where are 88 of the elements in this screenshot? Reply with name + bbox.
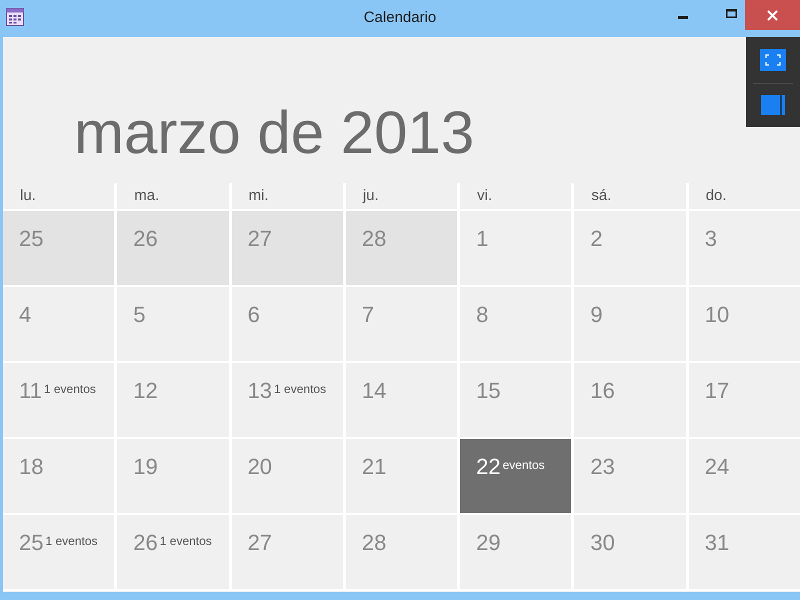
day-number: 4 [19,302,32,328]
day-number: 23 [590,454,615,480]
day-cell[interactable]: 4 [3,287,114,361]
day-cell[interactable]: 2 [574,211,686,285]
weekday-label: do. [688,183,800,209]
day-number: 29 [476,530,501,556]
day-number: 25 [19,530,44,556]
day-number: 7 [362,302,374,328]
minimize-icon [678,16,688,19]
event-count: 1 eventos [44,381,96,397]
day-cell[interactable]: 23 [574,439,686,513]
split-view-icon [761,95,785,115]
day-number: 6 [248,302,260,328]
fullscreen-icon [760,49,786,71]
event-count: 1 eventos [274,381,326,397]
weekday-label: ju. [346,183,458,209]
maximize-icon [726,8,736,18]
event-count: eventos [502,457,545,473]
day-number: 11 [19,378,42,404]
day-number: 21 [362,454,386,480]
day-number: 26 [133,226,158,252]
day-number: 8 [476,302,488,328]
day-number: 19 [133,454,158,480]
window-title: Calendario [364,8,436,27]
fullscreen-button[interactable] [760,49,786,71]
day-number: 17 [704,378,730,404]
day-cell[interactable]: 8 [460,287,572,361]
weekday-label: sá. [574,183,686,209]
day-number: 10 [704,302,730,328]
day-cell[interactable]: 27 [232,515,343,589]
day-cell[interactable]: 28 [346,211,458,285]
day-number: 15 [476,378,501,404]
event-count: 1 eventos [160,533,212,549]
day-number: 20 [248,454,272,480]
day-number: 28 [362,530,386,556]
day-number: 22 [476,454,501,480]
day-cell[interactable]: 7 [346,287,458,361]
day-cell[interactable]: 19 [117,439,229,513]
day-cell[interactable]: 5 [117,287,229,361]
day-number: 5 [133,302,146,328]
day-cell[interactable]: 25 [3,211,114,285]
month-title: marzo de 2013 [74,100,474,166]
day-cell[interactable]: 29 [460,515,572,589]
event-count: 1 eventos [45,533,98,549]
day-cell[interactable]: 17 [688,363,800,437]
day-cell[interactable]: 30 [574,515,686,589]
weekday-label: ma. [117,183,229,209]
day-number: 31 [704,530,730,556]
day-cell[interactable]: 1 [460,211,572,285]
day-cell[interactable]: 14 [346,363,458,437]
day-cell[interactable]: 31 [688,515,800,589]
close-icon [767,10,778,20]
weekday-label: lu. [3,183,114,209]
day-number: 27 [248,226,272,252]
day-number: 27 [248,530,272,556]
day-number: 25 [19,226,44,252]
day-number: 2 [590,226,603,252]
day-number: 18 [19,454,44,480]
day-number: 26 [133,530,158,556]
close-button[interactable] [745,0,800,30]
weekday-label: vi. [460,183,572,209]
day-cell[interactable]: 9 [574,287,686,361]
day-number: 13 [248,378,272,404]
day-cell[interactable]: 24 [688,439,800,513]
day-number: 12 [133,378,158,404]
day-cell[interactable]: 28 [346,515,458,589]
weekday-label: mi. [232,183,343,209]
day-number: 1 [476,226,488,252]
day-cell[interactable]: 3 [688,211,800,285]
calendar-icon [6,8,24,26]
day-cell[interactable]: 6 [232,287,343,361]
day-number: 28 [362,226,386,252]
day-cell[interactable]: 15 [460,363,572,437]
day-cell[interactable]: 10 [688,287,800,361]
day-cell[interactable]: 18 [3,439,114,513]
day-number: 9 [590,302,603,328]
day-cell[interactable]: 12 [117,363,229,437]
day-number: 16 [590,378,615,404]
day-cell[interactable]: 21 [346,439,458,513]
day-cell[interactable]: 26 [117,211,229,285]
day-cell[interactable]: 20 [232,439,343,513]
day-number: 30 [590,530,615,556]
day-number: 14 [362,378,386,404]
day-cell[interactable]: 16 [574,363,686,437]
day-number: 24 [704,454,730,480]
day-number: 3 [704,226,717,252]
day-cell[interactable]: 27 [232,211,343,285]
split-view-button[interactable] [761,95,785,115]
